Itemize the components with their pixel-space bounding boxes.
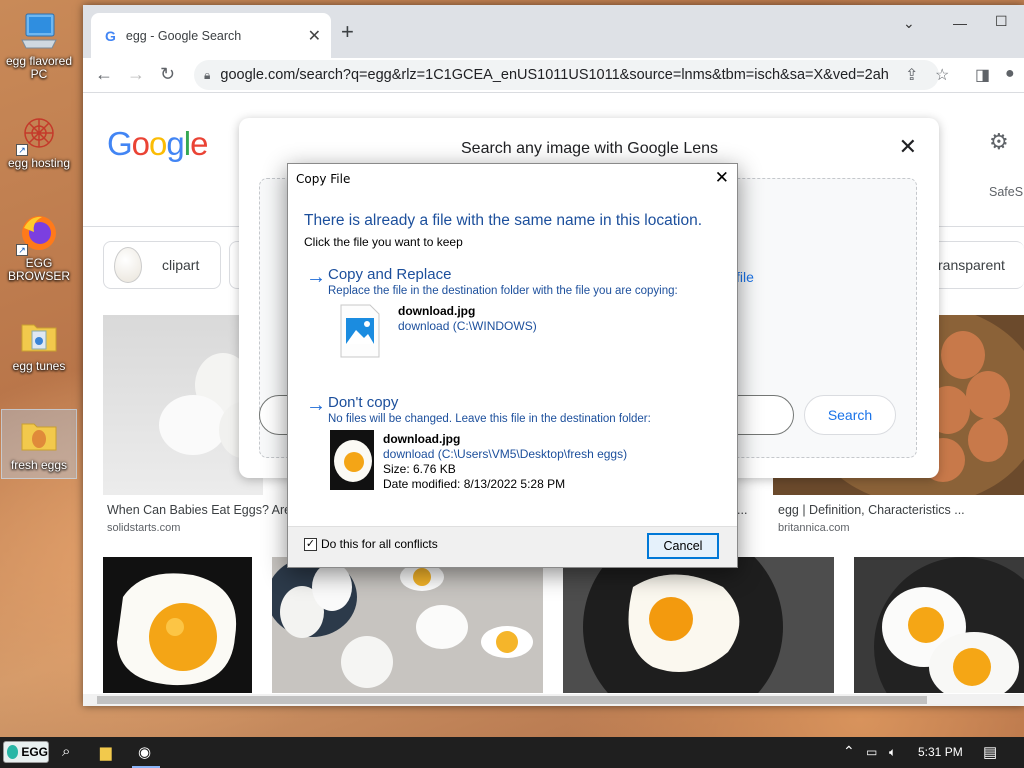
desktop-icon-fresh-eggs[interactable]: fresh eggs (1, 409, 77, 479)
new-tab-icon[interactable]: + (341, 21, 354, 43)
desktop-icon-egg-hosting[interactable]: ↗ egg hosting (2, 112, 76, 170)
file-path: download (C:\Users\VM5\Desktop\fresh egg… (383, 447, 628, 461)
copy-file-dialog: Copy File ✕ There is already a file with… (287, 163, 738, 568)
lens-search-button[interactable]: Search (804, 395, 896, 435)
file-date-modified: Date modified: 8/13/2022 5:28 PM (383, 477, 566, 491)
lens-title: Search any image with Google Lens (461, 140, 719, 157)
minimize-icon[interactable]: — (953, 15, 967, 31)
cancel-button[interactable]: Cancel (647, 533, 719, 559)
conflicts-checkbox[interactable]: ✓ (304, 538, 317, 551)
browser-tab[interactable]: G egg - Google Search ✕ (91, 13, 331, 58)
shortcut-arrow-icon: ↗ (16, 244, 28, 256)
tab-search-icon[interactable]: ⌄ (903, 15, 915, 32)
option-title[interactable]: Copy and Replace (328, 266, 451, 283)
result-caption[interactable]: egg | Definition, Characteristics ... (778, 503, 965, 517)
folder-icon (18, 315, 60, 357)
dialog-heading: There is already a file with the same na… (304, 212, 703, 229)
result-caption[interactable]: When Can Babies Eat Eggs? Are (107, 503, 291, 517)
upload-file-link[interactable]: file (736, 269, 754, 285)
result-caption[interactable]: ... (737, 503, 747, 517)
notifications-icon[interactable]: ▤ (983, 743, 997, 761)
start-button[interactable]: EGG (3, 741, 49, 763)
horizontal-scrollbar[interactable] (83, 694, 1024, 706)
fried-egg-thumbnail (330, 430, 374, 490)
maximize-icon[interactable]: ☐ (995, 13, 1008, 30)
arrow-right-icon: → (306, 394, 326, 416)
lock-icon: 🔒︎ (204, 67, 211, 82)
desktop-icon-label: fresh eggs (10, 458, 68, 472)
option-title[interactable]: Don't copy (328, 394, 398, 411)
result-image-two-fried-eggs[interactable] (854, 557, 1024, 693)
google-logo[interactable]: Google (107, 125, 208, 163)
desktop-icon-egg-browser[interactable]: ↗ EGG BROWSER (2, 212, 76, 283)
result-image-fried-egg[interactable] (103, 557, 252, 693)
result-image-boiled-eggs[interactable] (272, 557, 543, 693)
reload-icon[interactable]: ↻ (160, 64, 175, 85)
network-icon[interactable]: ▭ (866, 745, 877, 759)
result-source[interactable]: britannica.com (778, 522, 850, 534)
google-logo-letter: o (149, 125, 167, 162)
desktop-icon-label: egg flavored PC (5, 54, 73, 81)
chip-label: ransparent (938, 257, 1005, 273)
url-text: google.com/search?q=egg&rlz=1C1GCEA_enUS… (220, 67, 891, 83)
image-file-icon (340, 304, 380, 361)
computer-icon (18, 10, 60, 52)
egg-thumbnail (114, 247, 142, 283)
side-panel-icon[interactable]: ◨ (975, 65, 990, 85)
dialog-subheading: Click the file you want to keep (304, 235, 463, 249)
chip-label: clipart (162, 257, 200, 273)
result-image-pan-egg[interactable] (563, 557, 834, 693)
start-label: EGG (21, 745, 48, 759)
taskbar: EGG ⌕ ▆ ◉ ⌃ ▭ 🔈︎ 5:31 PM ▤ (0, 737, 1024, 768)
google-logo-letter: G (107, 125, 133, 162)
folder-icon (18, 414, 60, 456)
dialog-close-icon[interactable]: ✕ (715, 168, 729, 188)
tab-title: egg - Google Search (125, 28, 242, 43)
firefox-icon: ↗ (16, 212, 60, 256)
file-explorer-icon[interactable]: ▆ (100, 743, 112, 761)
option-description: Replace the file in the destination fold… (328, 285, 678, 297)
google-logo-letter: e (190, 125, 208, 162)
close-tab-icon[interactable]: ✕ (308, 26, 321, 46)
desktop-icon-egg-flavored-pc[interactable]: egg flavored PC (2, 10, 76, 81)
dialog-footer: ✓ Do this for all conflicts Cancel (288, 526, 737, 567)
result-source[interactable]: solidstarts.com (107, 522, 180, 534)
settings-gear-icon[interactable]: ⚙ (989, 129, 1009, 155)
google-favicon-icon: G (105, 27, 116, 44)
share-icon[interactable]: ⇪ (905, 65, 918, 85)
file-name: download.jpg (398, 304, 476, 318)
google-logo-letter: o (131, 125, 150, 162)
dialog-title: Copy File (296, 172, 351, 186)
search-icon[interactable]: ⌕ (62, 743, 70, 760)
address-bar[interactable]: 🔒︎ google.com/search?q=egg&rlz=1C1GCEA_e… (194, 60, 939, 90)
checkbox-label[interactable]: Do this for all conflicts (321, 537, 438, 551)
clock[interactable]: 5:31 PM (918, 745, 963, 759)
arrow-right-icon: → (306, 266, 326, 288)
forward-icon[interactable]: → (127, 64, 145, 85)
chip-clipart[interactable]: clipart (103, 241, 221, 289)
chevron-up-icon[interactable]: ⌃ (843, 743, 855, 760)
desktop-icon-label: egg tunes (12, 359, 66, 373)
desktop-icon-label: EGG BROWSER (7, 256, 70, 283)
option-description: No files will be changed. Leave this fil… (328, 413, 651, 425)
file-size: Size: 6.76 KB (383, 462, 456, 476)
lens-close-icon[interactable]: ✕ (899, 134, 917, 160)
chrome-icon[interactable]: ◉ (138, 743, 151, 761)
desktop-icon-label: egg hosting (7, 156, 71, 170)
google-logo-letter: g (166, 125, 184, 162)
file-name: download.jpg (383, 432, 461, 446)
bookmark-star-icon[interactable]: ☆ (935, 65, 949, 85)
file-path: download (C:\WINDOWS) (398, 319, 537, 333)
desktop-icon-egg-tunes[interactable]: egg tunes (2, 315, 76, 373)
tab-strip: G egg - Google Search ✕ + ⌄ — ☐ (83, 5, 1024, 58)
egg-hosting-icon: ↗ (16, 112, 60, 156)
back-icon[interactable]: ← (95, 64, 113, 85)
safesearch-label[interactable]: SafeS (989, 185, 1023, 199)
start-egg-icon (7, 745, 19, 759)
profile-icon[interactable]: ● (1005, 65, 1015, 83)
browser-toolbar: ← → ↻ 🔒︎ google.com/search?q=egg&rlz=1C1… (83, 58, 1024, 93)
volume-icon[interactable]: 🔈︎ (889, 745, 896, 760)
shortcut-arrow-icon: ↗ (16, 144, 28, 156)
